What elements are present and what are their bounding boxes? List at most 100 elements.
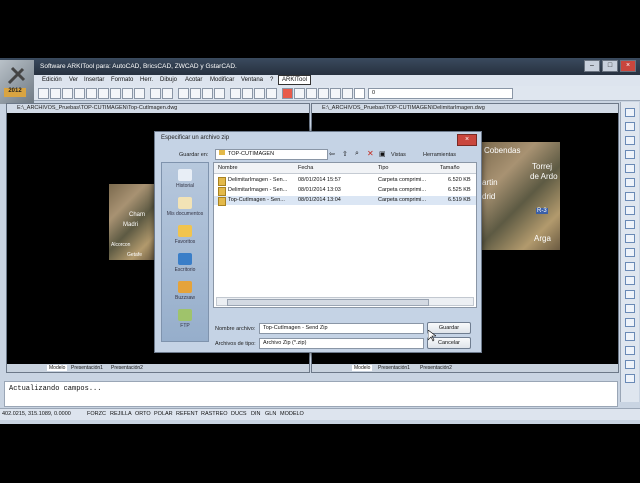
undo-icon[interactable]	[150, 88, 161, 99]
place-escritorio[interactable]: Escritorio	[162, 253, 208, 273]
rotate-icon[interactable]	[625, 346, 635, 355]
tab-presentacion1-right[interactable]: Presentación1	[378, 365, 410, 371]
print-icon[interactable]	[74, 88, 85, 99]
views-menu[interactable]: Vistas	[391, 152, 406, 158]
polyline-icon[interactable]	[625, 136, 635, 145]
app-logo[interactable]: 2012	[0, 60, 34, 104]
place-ftp[interactable]: FTP	[162, 309, 208, 329]
zoom-window-icon[interactable]	[202, 88, 213, 99]
ellipse-icon[interactable]	[625, 220, 635, 229]
tools-menu[interactable]: Herramientas	[423, 152, 456, 158]
close-button[interactable]: ×	[620, 60, 636, 72]
table-icon[interactable]	[625, 290, 635, 299]
toggle-gln[interactable]: GLN	[265, 411, 276, 417]
polygon-icon[interactable]	[625, 150, 635, 159]
pan-icon[interactable]	[178, 88, 189, 99]
lightbulb-icon[interactable]	[318, 88, 329, 99]
tab-presentacion2-left[interactable]: Presentación2	[111, 365, 143, 371]
menu-formato[interactable]: Formato	[111, 77, 133, 83]
save-icon[interactable]	[62, 88, 73, 99]
region-icon[interactable]	[625, 276, 635, 285]
toggle-ducs[interactable]: DUCS	[231, 411, 247, 417]
erase-icon[interactable]	[625, 318, 635, 327]
command-line[interactable]: Actualizando campos...	[4, 381, 618, 407]
menu-herr[interactable]: Herr.	[140, 77, 153, 83]
zoom-previous-icon[interactable]	[214, 88, 225, 99]
zoom-realtime-icon[interactable]	[190, 88, 201, 99]
file-row[interactable]: DelimitarImagen - Sen... 08/01/2014 15:5…	[214, 176, 476, 186]
copy-icon[interactable]	[110, 88, 121, 99]
place-favoritos[interactable]: Favoritos	[162, 225, 208, 245]
toggle-forzc[interactable]: FORZC	[87, 411, 106, 417]
column-tipo[interactable]: Tipo	[378, 165, 389, 171]
tab-modelo-left[interactable]: Modelo	[47, 365, 68, 371]
file-row[interactable]: DelimitarImagen - Sen... 08/01/2014 13:0…	[214, 186, 476, 196]
filetype-dropdown[interactable]: Archivo Zip (*.zip)	[259, 338, 424, 349]
column-fecha[interactable]: Fecha	[298, 165, 313, 171]
column-nombre[interactable]: Nombre	[218, 165, 238, 171]
toggle-orto[interactable]: ORTO	[135, 411, 151, 417]
preview-icon[interactable]	[86, 88, 97, 99]
tool-palette-icon[interactable]	[254, 88, 265, 99]
column-tamano[interactable]: Tamaño	[440, 165, 460, 171]
match-properties-icon[interactable]	[134, 88, 145, 99]
toggle-rastreo[interactable]: RASTREO	[201, 411, 228, 417]
redo-icon[interactable]	[162, 88, 173, 99]
menu-help[interactable]: ?	[270, 77, 273, 83]
scale-icon[interactable]	[625, 360, 635, 369]
tab-presentacion1-left[interactable]: Presentación1	[71, 365, 103, 371]
menu-modificar[interactable]: Modificar	[210, 77, 234, 83]
line-icon[interactable]	[625, 108, 635, 117]
scrollbar-thumb[interactable]	[227, 299, 429, 306]
up-folder-icon[interactable]: ⇧	[342, 150, 350, 158]
construction-line-icon[interactable]	[625, 122, 635, 131]
toggle-refent[interactable]: REFENT	[176, 411, 198, 417]
tab-presentacion2-right[interactable]: Presentación2	[420, 365, 452, 371]
new-folder-icon[interactable]: ▣	[379, 150, 387, 158]
tab-modelo-right[interactable]: Modelo	[352, 365, 373, 371]
rectangle-icon[interactable]	[625, 164, 635, 173]
file-row-selected[interactable]: Top-CutImagen - Sen... 08/01/2014 13:04 …	[214, 196, 476, 206]
properties-icon[interactable]	[230, 88, 241, 99]
minimize-button[interactable]: –	[584, 60, 600, 72]
move-icon[interactable]	[625, 332, 635, 341]
design-center-icon[interactable]	[242, 88, 253, 99]
layer-color-icon[interactable]	[282, 88, 293, 99]
layer-manager-icon[interactable]	[266, 88, 277, 99]
maximize-button[interactable]: □	[602, 60, 618, 72]
arc-icon[interactable]	[625, 178, 635, 187]
menu-acotar[interactable]: Acotar	[185, 77, 202, 83]
toggle-polar[interactable]: POLAR	[154, 411, 173, 417]
toggle-modelo[interactable]: MODELO	[280, 411, 304, 417]
place-buzzsaw[interactable]: Buzzsaw	[162, 281, 208, 301]
lock-icon[interactable]	[342, 88, 353, 99]
layer-dropdown[interactable]: 0	[368, 88, 513, 99]
layer-state-icon[interactable]	[306, 88, 317, 99]
toggle-rejilla[interactable]: REJILLA	[110, 411, 132, 417]
cut-icon[interactable]	[98, 88, 109, 99]
menu-ventana[interactable]: Ventana	[241, 77, 263, 83]
sun-icon[interactable]	[330, 88, 341, 99]
search-web-icon[interactable]: ⌕	[355, 150, 363, 158]
spline-icon[interactable]	[625, 206, 635, 215]
color-swatch-icon[interactable]	[354, 88, 365, 99]
paste-icon[interactable]	[122, 88, 133, 99]
place-documentos[interactable]: Mis documentos	[162, 197, 208, 217]
menu-arkitool[interactable]: ARKITool	[278, 75, 312, 85]
text-icon[interactable]	[625, 304, 635, 313]
hatch-icon[interactable]	[625, 262, 635, 271]
menu-ver[interactable]: Ver	[69, 77, 78, 83]
trim-icon[interactable]	[625, 374, 635, 383]
menu-edicion[interactable]: Edición	[42, 77, 62, 83]
layer-previous-icon[interactable]	[294, 88, 305, 99]
place-historial[interactable]: Historial	[162, 169, 208, 189]
save-in-dropdown[interactable]: TOP-CUTIMAGEN	[215, 149, 328, 160]
open-icon[interactable]	[50, 88, 61, 99]
block-icon[interactable]	[625, 234, 635, 243]
file-list[interactable]: Nombre Fecha Tipo Tamaño DelimitarImagen…	[213, 162, 477, 308]
filename-input[interactable]: Top-CutImagen - Send Zip	[259, 323, 424, 334]
point-icon[interactable]	[625, 248, 635, 257]
new-icon[interactable]	[38, 88, 49, 99]
horizontal-scrollbar[interactable]	[216, 297, 474, 306]
circle-icon[interactable]	[625, 192, 635, 201]
